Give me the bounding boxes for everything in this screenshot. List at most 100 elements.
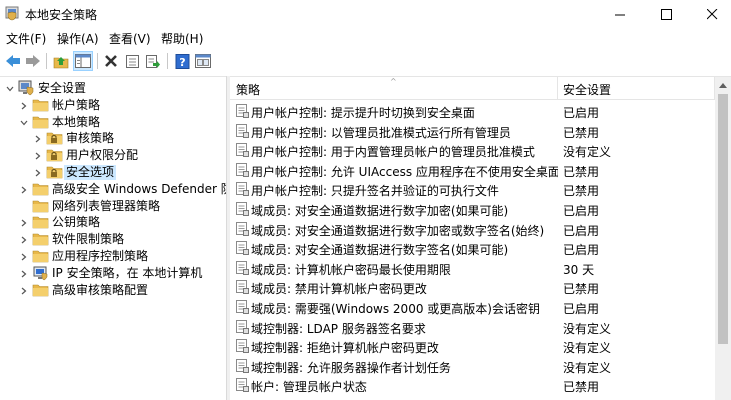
policy-name: 域控制器: 拒绝计算机帐户密码更改 <box>251 341 439 356</box>
list-item[interactable]: 域成员: 对安全通道数据进行数字加密或数字签名(始终) 已启用 <box>230 219 715 239</box>
computer-shield-icon <box>18 80 35 96</box>
list-item[interactable]: 域成员: 对安全通道数据进行数字加密(如果可能) 已启用 <box>230 199 715 219</box>
chevron-down-icon[interactable] <box>19 117 29 127</box>
policy-name: 域控制器: LDAP 服务器签名要求 <box>251 321 426 336</box>
chevron-right-icon[interactable] <box>19 251 29 261</box>
policy-name: 用户帐户控制: 用于内置管理员帐户的管理员批准模式 <box>251 145 535 160</box>
export-list-button[interactable] <box>143 51 163 71</box>
policy-icon <box>236 162 249 177</box>
list-item[interactable]: 域成员: 对安全通道数据进行数字签名(如果可能) 已启用 <box>230 238 715 258</box>
back-button[interactable] <box>3 51 23 71</box>
policy-icon <box>236 260 249 275</box>
tree-item[interactable]: 高级安全 Windows Defender 防火墙 <box>0 181 226 198</box>
policy-name: 域成员: 对安全通道数据进行数字加密或数字签名(始终) <box>251 223 545 238</box>
security-setting-value: 已启用 <box>563 204 600 218</box>
chevron-right-icon[interactable] <box>33 133 43 143</box>
chevron-right-icon[interactable] <box>19 217 29 227</box>
list-item[interactable]: 用户帐户控制: 提示提升时切换到安全桌面 已启用 <box>230 101 715 121</box>
list-item[interactable]: 用户帐户控制: 用于内置管理员帐户的管理员批准模式 没有定义 <box>230 140 715 160</box>
svg-text:?: ? <box>179 56 185 69</box>
security-setting-value: 没有定义 <box>563 341 612 356</box>
chevron-right-icon[interactable] <box>19 234 29 244</box>
forward-button[interactable] <box>23 51 43 71</box>
up-folder-icon <box>53 56 69 68</box>
list-item[interactable]: 用户帐户控制: 允许 UIAccess 应用程序在不使用安全桌面的... 已禁用 <box>230 160 715 180</box>
ip-security-icon <box>32 265 49 281</box>
security-setting-value: 已禁用 <box>563 380 600 395</box>
chevron-right-icon[interactable] <box>19 100 29 110</box>
tree-item[interactable]: 应用程序控制策略 <box>0 248 226 265</box>
policy-icon <box>236 104 249 118</box>
list-item[interactable]: 域控制器: 拒绝计算机帐户密码更改 没有定义 <box>230 336 715 356</box>
folder-icon <box>32 181 49 197</box>
vertical-scrollbar[interactable] <box>715 77 731 400</box>
tree-item[interactable]: 本地策略 <box>0 114 226 131</box>
local-security-policy-app-icon <box>5 6 19 21</box>
tree-item-label: IP 安全策略，在 本地计算机 <box>52 265 203 280</box>
tree-item[interactable]: 帐户策略 <box>0 97 226 114</box>
console-icon <box>195 54 211 68</box>
maximize-button[interactable] <box>643 0 689 28</box>
tree-item[interactable]: 高级审核策略配置 <box>0 282 226 299</box>
menu-bar: 文件(F) 操作(A) 查看(V) 帮助(H) <box>0 28 731 48</box>
menu-view[interactable]: 查看(V) <box>109 30 151 47</box>
column-header-setting[interactable]: 安全设置 <box>563 81 611 98</box>
policy-icon <box>236 182 249 197</box>
security-setting-value: 已禁用 <box>563 184 600 199</box>
chevron-right-icon[interactable] <box>19 268 29 278</box>
menu-help[interactable]: 帮助(H) <box>161 30 203 47</box>
list-item[interactable]: 域成员: 需要强(Windows 2000 或更高版本)会话密钥 已启用 <box>230 297 715 317</box>
policy-name: 用户帐户控制: 允许 UIAccess 应用程序在不使用安全桌面的... <box>251 164 558 179</box>
column-header-policy[interactable]: 策略 <box>236 81 260 98</box>
tree-item-label: 安全设置 <box>38 81 87 95</box>
tree-item[interactable]: 软件限制策略 <box>0 231 226 248</box>
delete-icon <box>105 55 117 67</box>
help-button[interactable]: ? <box>172 51 192 71</box>
close-button[interactable] <box>689 0 731 28</box>
list-item[interactable]: 帐户: 管理员帐户状态 已禁用 <box>230 375 715 395</box>
tree-item-label: 安全选项 <box>64 165 117 180</box>
list-item[interactable]: 域成员: 禁用计算机帐户密码更改 已禁用 <box>230 277 715 297</box>
policy-list: ^ 策略 安全设置 用户帐户控制: 提示提升时切换到安全桌面 已启用 用户帐户控制:… <box>230 76 731 400</box>
list-item[interactable]: 域成员: 计算机帐户密码最长使用期限 30 天 <box>230 258 715 278</box>
security-setting-value: 30 天 <box>563 262 595 277</box>
up-one-level-button[interactable] <box>51 51 71 71</box>
scrollbar-thumb[interactable] <box>718 94 728 344</box>
tree-item[interactable]: 安全选项 <box>0 164 226 181</box>
chevron-down-icon[interactable] <box>5 83 15 93</box>
tree-item[interactable]: 公钥策略 <box>0 214 226 231</box>
policy-name: 域成员: 禁用计算机帐户密码更改 <box>251 282 427 297</box>
tree-item[interactable]: 审核策略 <box>0 130 226 147</box>
chevron-right-icon[interactable] <box>33 167 43 177</box>
menu-file[interactable]: 文件(F) <box>6 30 46 47</box>
policy-name: 域成员: 对安全通道数据进行数字签名(如果可能) <box>251 243 509 258</box>
chevron-right-icon[interactable] <box>33 150 43 160</box>
list-item[interactable]: 域控制器: LDAP 服务器签名要求 没有定义 <box>230 317 715 337</box>
policy-icon <box>236 143 249 158</box>
policy-name: 用户帐户控制: 只提升签名并验证的可执行文件 <box>251 184 499 199</box>
console-button[interactable] <box>193 51 213 71</box>
policy-icon <box>236 300 249 314</box>
tree-item[interactable]: 安全设置 <box>0 80 226 97</box>
security-setting-value: 没有定义 <box>563 360 612 375</box>
chevron-right-icon[interactable] <box>19 184 29 194</box>
security-setting-value: 已启用 <box>563 223 600 238</box>
list-item[interactable]: 用户帐户控制: 以管理员批准模式运行所有管理员 已禁用 <box>230 121 715 141</box>
back-icon <box>6 55 20 67</box>
properties-button[interactable] <box>122 51 142 71</box>
help-icon: ? <box>175 53 189 69</box>
list-item[interactable]: 域控制器: 允许服务器操作者计划任务 没有定义 <box>230 356 715 376</box>
tree-item[interactable]: 网络列表管理器策略 <box>0 198 226 215</box>
menu-action[interactable]: 操作(A) <box>57 30 99 47</box>
tree-item[interactable]: 用户权限分配 <box>0 147 226 164</box>
tree-item[interactable]: IP 安全策略，在 本地计算机 <box>0 265 226 282</box>
policy-icon <box>236 339 249 354</box>
chevron-right-icon[interactable] <box>19 285 29 295</box>
show-hide-tree-button[interactable] <box>73 51 93 71</box>
security-setting-value: 没有定义 <box>563 145 612 160</box>
list-item[interactable]: 用户帐户控制: 只提升签名并验证的可执行文件 已禁用 <box>230 179 715 199</box>
minimize-button[interactable] <box>597 0 643 28</box>
tree-item-label: 应用程序控制策略 <box>52 249 149 263</box>
scroll-up-button[interactable] <box>715 77 731 93</box>
delete-button[interactable] <box>101 51 121 71</box>
